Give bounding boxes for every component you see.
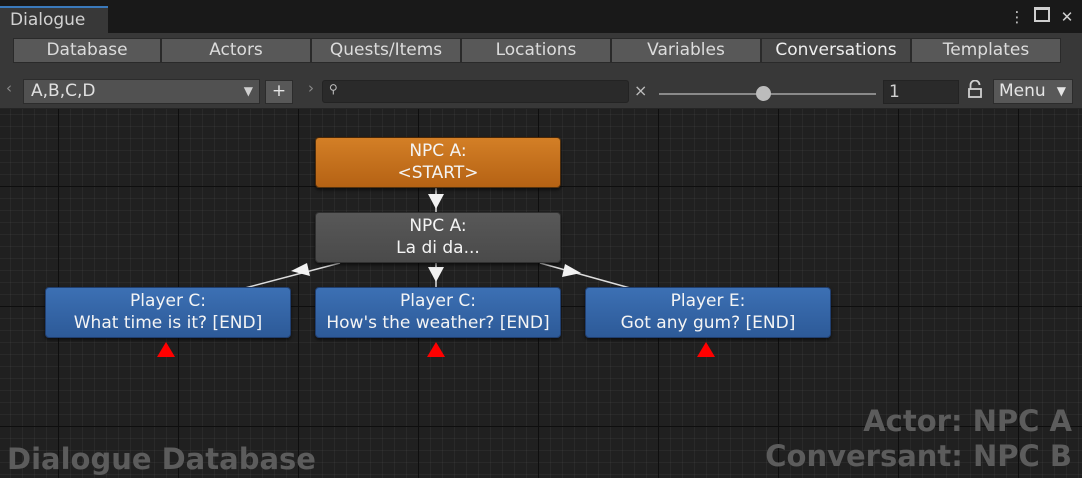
node-actor: Player C: bbox=[400, 291, 476, 311]
conversation-select-value: A,B,C,D bbox=[31, 81, 96, 101]
tab-templates[interactable]: Templates bbox=[911, 38, 1061, 63]
tab-label: Conversations bbox=[775, 40, 897, 60]
node-actor: NPC A: bbox=[409, 141, 467, 161]
link-arrow bbox=[428, 267, 444, 282]
editor-tab-strip: Database Actors Quests/Items Locations V… bbox=[0, 33, 1082, 67]
add-conversation-button[interactable]: + bbox=[265, 80, 293, 104]
maximize-icon[interactable] bbox=[1033, 7, 1051, 27]
window-tab[interactable]: Dialogue bbox=[0, 6, 108, 33]
link-arrow bbox=[428, 194, 444, 209]
npc-node[interactable]: NPC A: La di da... bbox=[315, 212, 561, 263]
database-watermark: Dialogue Database bbox=[7, 442, 316, 476]
node-text: What time is it? [END] bbox=[73, 313, 263, 333]
conversation-select[interactable]: A,B,C,D ▼ bbox=[23, 79, 260, 104]
tab-label: Database bbox=[46, 40, 128, 60]
window-title-bar: Dialogue ⋮ ✕ bbox=[0, 0, 1082, 33]
tab-label: Templates bbox=[942, 40, 1030, 60]
tab-quests-items[interactable]: Quests/Items bbox=[311, 38, 461, 63]
search-icon: ⚲ bbox=[329, 82, 338, 96]
conversation-toolbar: ‹ A,B,C,D ▼ + › ⚲ × 1 Menu ▼ bbox=[0, 67, 1082, 109]
window-title: Dialogue bbox=[10, 10, 86, 30]
chevron-right-icon[interactable]: › bbox=[308, 79, 314, 97]
node-text: La di da... bbox=[396, 238, 480, 258]
player-response-node[interactable]: Player E: Got any gum? [END] bbox=[585, 287, 831, 338]
actor-watermark: Actor: NPC A bbox=[863, 404, 1072, 438]
menu-label: Menu bbox=[999, 81, 1046, 101]
clear-search-button[interactable]: × bbox=[634, 81, 647, 100]
chevron-left-icon[interactable]: ‹ bbox=[6, 79, 12, 97]
node-text: Got any gum? [END] bbox=[620, 313, 796, 333]
node-actor: Player E: bbox=[670, 291, 746, 311]
tab-actors[interactable]: Actors bbox=[161, 38, 311, 63]
tab-locations[interactable]: Locations bbox=[461, 38, 611, 63]
node-text: <START> bbox=[397, 163, 479, 183]
zoom-slider-thumb[interactable] bbox=[756, 86, 772, 101]
zoom-value: 1 bbox=[889, 82, 900, 102]
kebab-menu-icon[interactable]: ⋮ bbox=[1008, 7, 1026, 27]
node-editor-canvas[interactable]: NPC A: <START> NPC A: La di da... Player… bbox=[0, 109, 1082, 478]
tab-label: Actors bbox=[209, 40, 263, 60]
tab-variables[interactable]: Variables bbox=[611, 38, 761, 63]
link-arrow bbox=[562, 264, 581, 277]
node-text: How's the weather? [END] bbox=[326, 313, 550, 333]
end-marker-icon bbox=[157, 342, 175, 357]
menu-button[interactable]: Menu ▼ bbox=[993, 79, 1073, 104]
dropdown-arrow-icon: ▼ bbox=[243, 84, 253, 98]
tab-label: Variables bbox=[647, 40, 725, 60]
tab-conversations[interactable]: Conversations bbox=[761, 38, 911, 63]
tab-label: Locations bbox=[495, 40, 577, 60]
node-actor: NPC A: bbox=[409, 216, 467, 236]
search-input[interactable]: ⚲ bbox=[322, 80, 629, 103]
tab-database[interactable]: Database bbox=[13, 38, 161, 63]
zoom-field[interactable]: 1 bbox=[883, 80, 959, 104]
window-controls: ⋮ ✕ bbox=[1008, 7, 1076, 27]
end-marker-icon bbox=[697, 342, 715, 357]
end-marker-icon bbox=[427, 342, 445, 357]
close-icon[interactable]: ✕ bbox=[1058, 7, 1076, 27]
dropdown-arrow-icon: ▼ bbox=[1056, 84, 1066, 98]
player-response-node[interactable]: Player C: How's the weather? [END] bbox=[315, 287, 561, 338]
player-response-node[interactable]: Player C: What time is it? [END] bbox=[45, 287, 291, 338]
conversant-watermark: Conversant: NPC B bbox=[765, 439, 1072, 473]
node-actor: Player C: bbox=[130, 291, 206, 311]
start-node[interactable]: NPC A: <START> bbox=[315, 137, 561, 188]
tab-label: Quests/Items bbox=[329, 40, 443, 60]
lock-icon[interactable] bbox=[968, 80, 982, 100]
